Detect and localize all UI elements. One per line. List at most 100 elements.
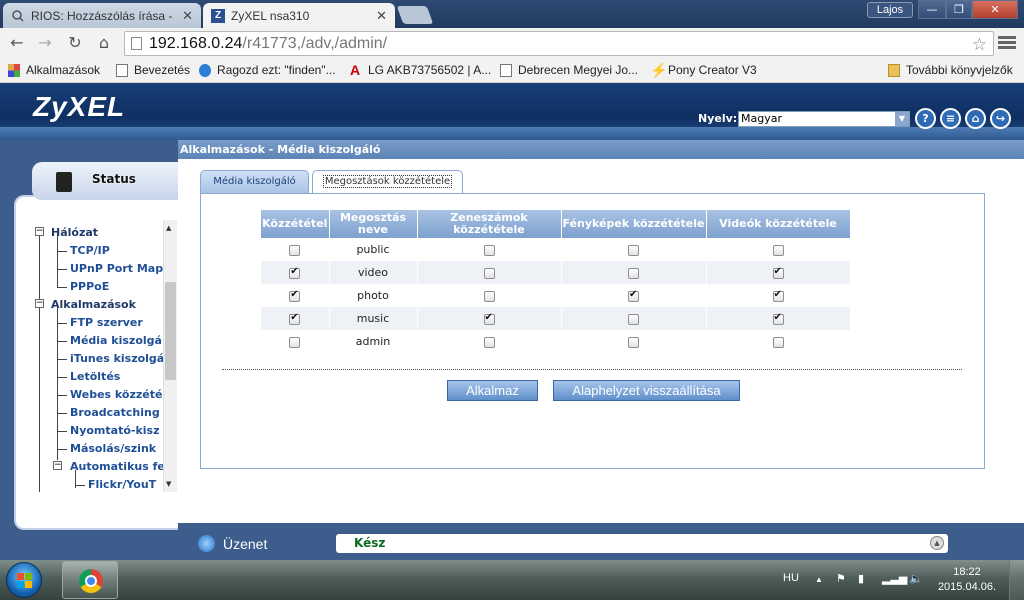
tree-item-web-publishing[interactable]: Webes közzété — [70, 388, 162, 401]
bookmark-star-icon[interactable]: ☆ — [972, 33, 987, 56]
table-header-row: Közzététel Megosztás neve Zeneszámok köz… — [261, 210, 851, 238]
music-checkbox[interactable] — [483, 290, 495, 302]
collapse-icon[interactable]: − — [35, 227, 44, 236]
sidebar-scrollbar[interactable]: ▲ ▼ — [163, 220, 177, 492]
show-desktop-button[interactable] — [1009, 560, 1024, 600]
tree-item-pppoe[interactable]: PPPoE — [70, 280, 109, 293]
music-checkbox[interactable] — [483, 312, 495, 325]
tree-item-halozat[interactable]: Hálózat — [51, 226, 98, 239]
back-icon[interactable]: ← — [6, 32, 28, 54]
tree-item-alkalmazasok[interactable]: Alkalmazások — [51, 298, 136, 311]
flag-icon[interactable]: ⚑ — [836, 572, 846, 585]
address-bar[interactable]: 192.168.0.24/r41773,/adv,/admin/ ☆ — [124, 31, 994, 56]
videos-checkbox[interactable] — [772, 289, 784, 302]
taskbar-chrome-button[interactable] — [62, 561, 118, 599]
photos-checkbox[interactable] — [628, 267, 639, 279]
language-select[interactable]: Magyar ▼ — [738, 111, 910, 127]
notes-icon[interactable]: ≡ — [940, 108, 961, 129]
profile-button[interactable]: Lajos — [867, 2, 913, 18]
scrollbar-thumb[interactable] — [165, 282, 176, 380]
bookmark-item[interactable]: Debrecen Megyei Jo... — [500, 63, 638, 77]
col-header-share-name: Megosztás neve — [329, 210, 418, 238]
publish-checkbox[interactable] — [289, 266, 301, 279]
publish-checkbox[interactable] — [289, 289, 301, 302]
music-checkbox[interactable] — [483, 336, 495, 348]
bookmark-item[interactable]: Ragozd ezt: "finden"... — [199, 63, 336, 77]
tree-item-broadcatching[interactable]: Broadcatching — [70, 406, 160, 419]
tray-expand-icon[interactable]: ▲ — [815, 575, 823, 584]
maximize-icon[interactable]: ❐ — [946, 0, 972, 19]
photos-checkbox[interactable] — [628, 289, 639, 302]
expand-up-icon[interactable]: ▲ — [930, 536, 944, 550]
apply-button[interactable]: Alkalmaz — [447, 380, 538, 401]
close-icon[interactable]: ✕ — [182, 8, 193, 24]
browser-tab-rios[interactable]: RIOS: Hozzászólás írása - ✕ — [3, 3, 201, 28]
bookmark-item[interactable]: A LG AKB73756502 | A... — [350, 63, 491, 78]
tree-item-copy-sync[interactable]: Másolás/szink — [70, 442, 156, 455]
share-name: photo — [357, 289, 389, 302]
zyxel-favicon-icon: Z — [211, 8, 225, 23]
publish-checkbox[interactable] — [289, 244, 301, 256]
language-indicator[interactable]: HU — [783, 572, 799, 584]
clock[interactable]: 18:22 2015.04.06. — [936, 565, 998, 595]
col-header-music: Zeneszámok közzététele — [417, 210, 562, 238]
tree-item-printer[interactable]: Nyomtató-kisz — [70, 424, 160, 437]
scroll-down-icon[interactable]: ▼ — [166, 480, 171, 488]
volume-icon[interactable]: 🔈 — [909, 572, 923, 585]
bookmark-label: További könyvjelzők — [906, 63, 1013, 77]
photos-checkbox[interactable] — [628, 313, 639, 325]
scroll-up-icon[interactable]: ▲ — [166, 224, 171, 232]
photos-checkbox[interactable] — [628, 244, 639, 256]
reload-icon[interactable]: ↻ — [64, 32, 86, 54]
window-close-icon[interactable]: ✕ — [972, 0, 1018, 19]
tree-item-media-server[interactable]: Média kiszolgá — [70, 334, 162, 347]
tab-media-server[interactable]: Média kiszolgáló — [200, 170, 309, 193]
music-checkbox[interactable] — [483, 244, 495, 256]
publish-checkbox[interactable] — [289, 312, 301, 325]
table-cell — [261, 330, 330, 353]
tree-item-ftp[interactable]: FTP szerver — [70, 316, 143, 329]
share-name: admin — [355, 335, 391, 348]
bookmark-item[interactable]: Bevezetés — [116, 63, 190, 77]
minimize-icon[interactable]: — — [918, 0, 946, 19]
tree-item-itunes[interactable]: iTunes kiszolgá — [70, 352, 164, 365]
videos-checkbox[interactable] — [772, 266, 784, 279]
network-signal-icon[interactable]: ▂▃▅ — [882, 572, 907, 585]
start-button[interactable] — [6, 562, 42, 598]
speech-bubble-icon — [199, 63, 211, 77]
help-icon[interactable]: ? — [915, 108, 936, 129]
publish-checkbox[interactable] — [289, 336, 301, 348]
videos-checkbox[interactable] — [772, 312, 784, 325]
collapse-icon[interactable]: − — [53, 461, 62, 470]
tab-share-publishing[interactable]: Megosztások közzététele — [312, 170, 463, 194]
tree-item-download[interactable]: Letöltés — [70, 370, 120, 383]
photos-checkbox[interactable] — [628, 336, 639, 348]
bookmark-other[interactable]: További könyvjelzők — [888, 63, 1013, 77]
close-icon[interactable]: ✕ — [376, 8, 387, 24]
videos-checkbox[interactable] — [772, 244, 784, 256]
new-tab-button[interactable] — [396, 6, 434, 24]
logout-icon[interactable]: ↪ — [990, 108, 1011, 129]
bookmark-item[interactable]: ⚡ Pony Creator V3 — [650, 63, 757, 78]
tree-item-auto-upload[interactable]: Automatikus fe — [70, 460, 165, 473]
home-icon[interactable]: ⌂ — [93, 32, 115, 54]
table-cell — [417, 238, 562, 261]
tree-item-tcpip[interactable]: TCP/IP — [70, 244, 110, 257]
table-cell — [261, 284, 330, 307]
menu-icon[interactable] — [998, 34, 1016, 52]
tree-item-upnp[interactable]: UPnP Port Map — [70, 262, 163, 275]
videos-checkbox[interactable] — [772, 336, 784, 348]
music-checkbox[interactable] — [483, 267, 495, 279]
home-icon[interactable]: ⌂ — [965, 108, 986, 129]
reset-button[interactable]: Alaphelyzet visszaállítása — [553, 380, 740, 401]
bookmark-label: Pony Creator V3 — [668, 63, 757, 77]
forward-icon[interactable]: → — [34, 32, 56, 54]
status-tab[interactable]: Status — [32, 162, 178, 200]
bookmark-apps[interactable]: Alkalmazások — [8, 63, 100, 77]
collapse-icon[interactable]: − — [35, 299, 44, 308]
power-icon[interactable]: ▮ — [858, 572, 864, 585]
browser-tab-zyxel[interactable]: Z ZyXEL nsa310 ✕ — [203, 3, 395, 28]
tree-line — [57, 287, 67, 288]
tree-item-flickr-youtube[interactable]: Flickr/YouT — [88, 478, 156, 491]
message-bar: Üzenet Kész ▲ — [178, 523, 1024, 560]
